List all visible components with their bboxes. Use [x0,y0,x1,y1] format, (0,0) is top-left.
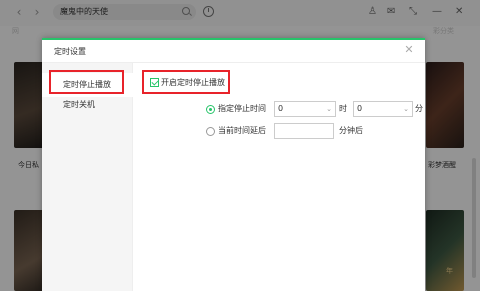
hour-unit: 时 [339,104,347,113]
highlight-box-sidebar [49,70,124,94]
hour-select[interactable]: 0 ⌄ [274,101,336,117]
settings-panel: 开启定时停止播放 指定停止时间 0 ⌄ 时 0 ⌄ 分 当前时间延后 分钟后 [134,63,425,291]
minute-value: 0 [357,104,363,113]
dialog-sidebar: 定时停止播放 定时关机 [42,63,133,291]
minute-select[interactable]: 0 ⌄ [353,101,413,117]
close-icon[interactable]: ✕ [403,44,415,56]
sidebar-item-label: 定时关机 [63,100,95,109]
delay-unit: 分钟后 [339,126,363,135]
delay-label: 当前时间延后 [218,126,266,135]
specific-time-label: 指定停止时间 [218,104,266,113]
specific-time-radio[interactable] [206,105,215,114]
dialog-header: 定时设置 ✕ [42,40,425,63]
hour-value: 0 [278,104,284,113]
delay-minutes-input[interactable] [274,123,334,139]
highlight-box-checkbox [142,70,230,94]
sidebar-item-shutdown[interactable]: 定时关机 [42,93,133,117]
chevron-down-icon: ⌄ [326,105,332,113]
dialog-title: 定时设置 [54,47,86,56]
chevron-down-icon: ⌄ [403,105,409,113]
delay-radio[interactable] [206,127,215,136]
minute-unit: 分 [415,104,423,113]
